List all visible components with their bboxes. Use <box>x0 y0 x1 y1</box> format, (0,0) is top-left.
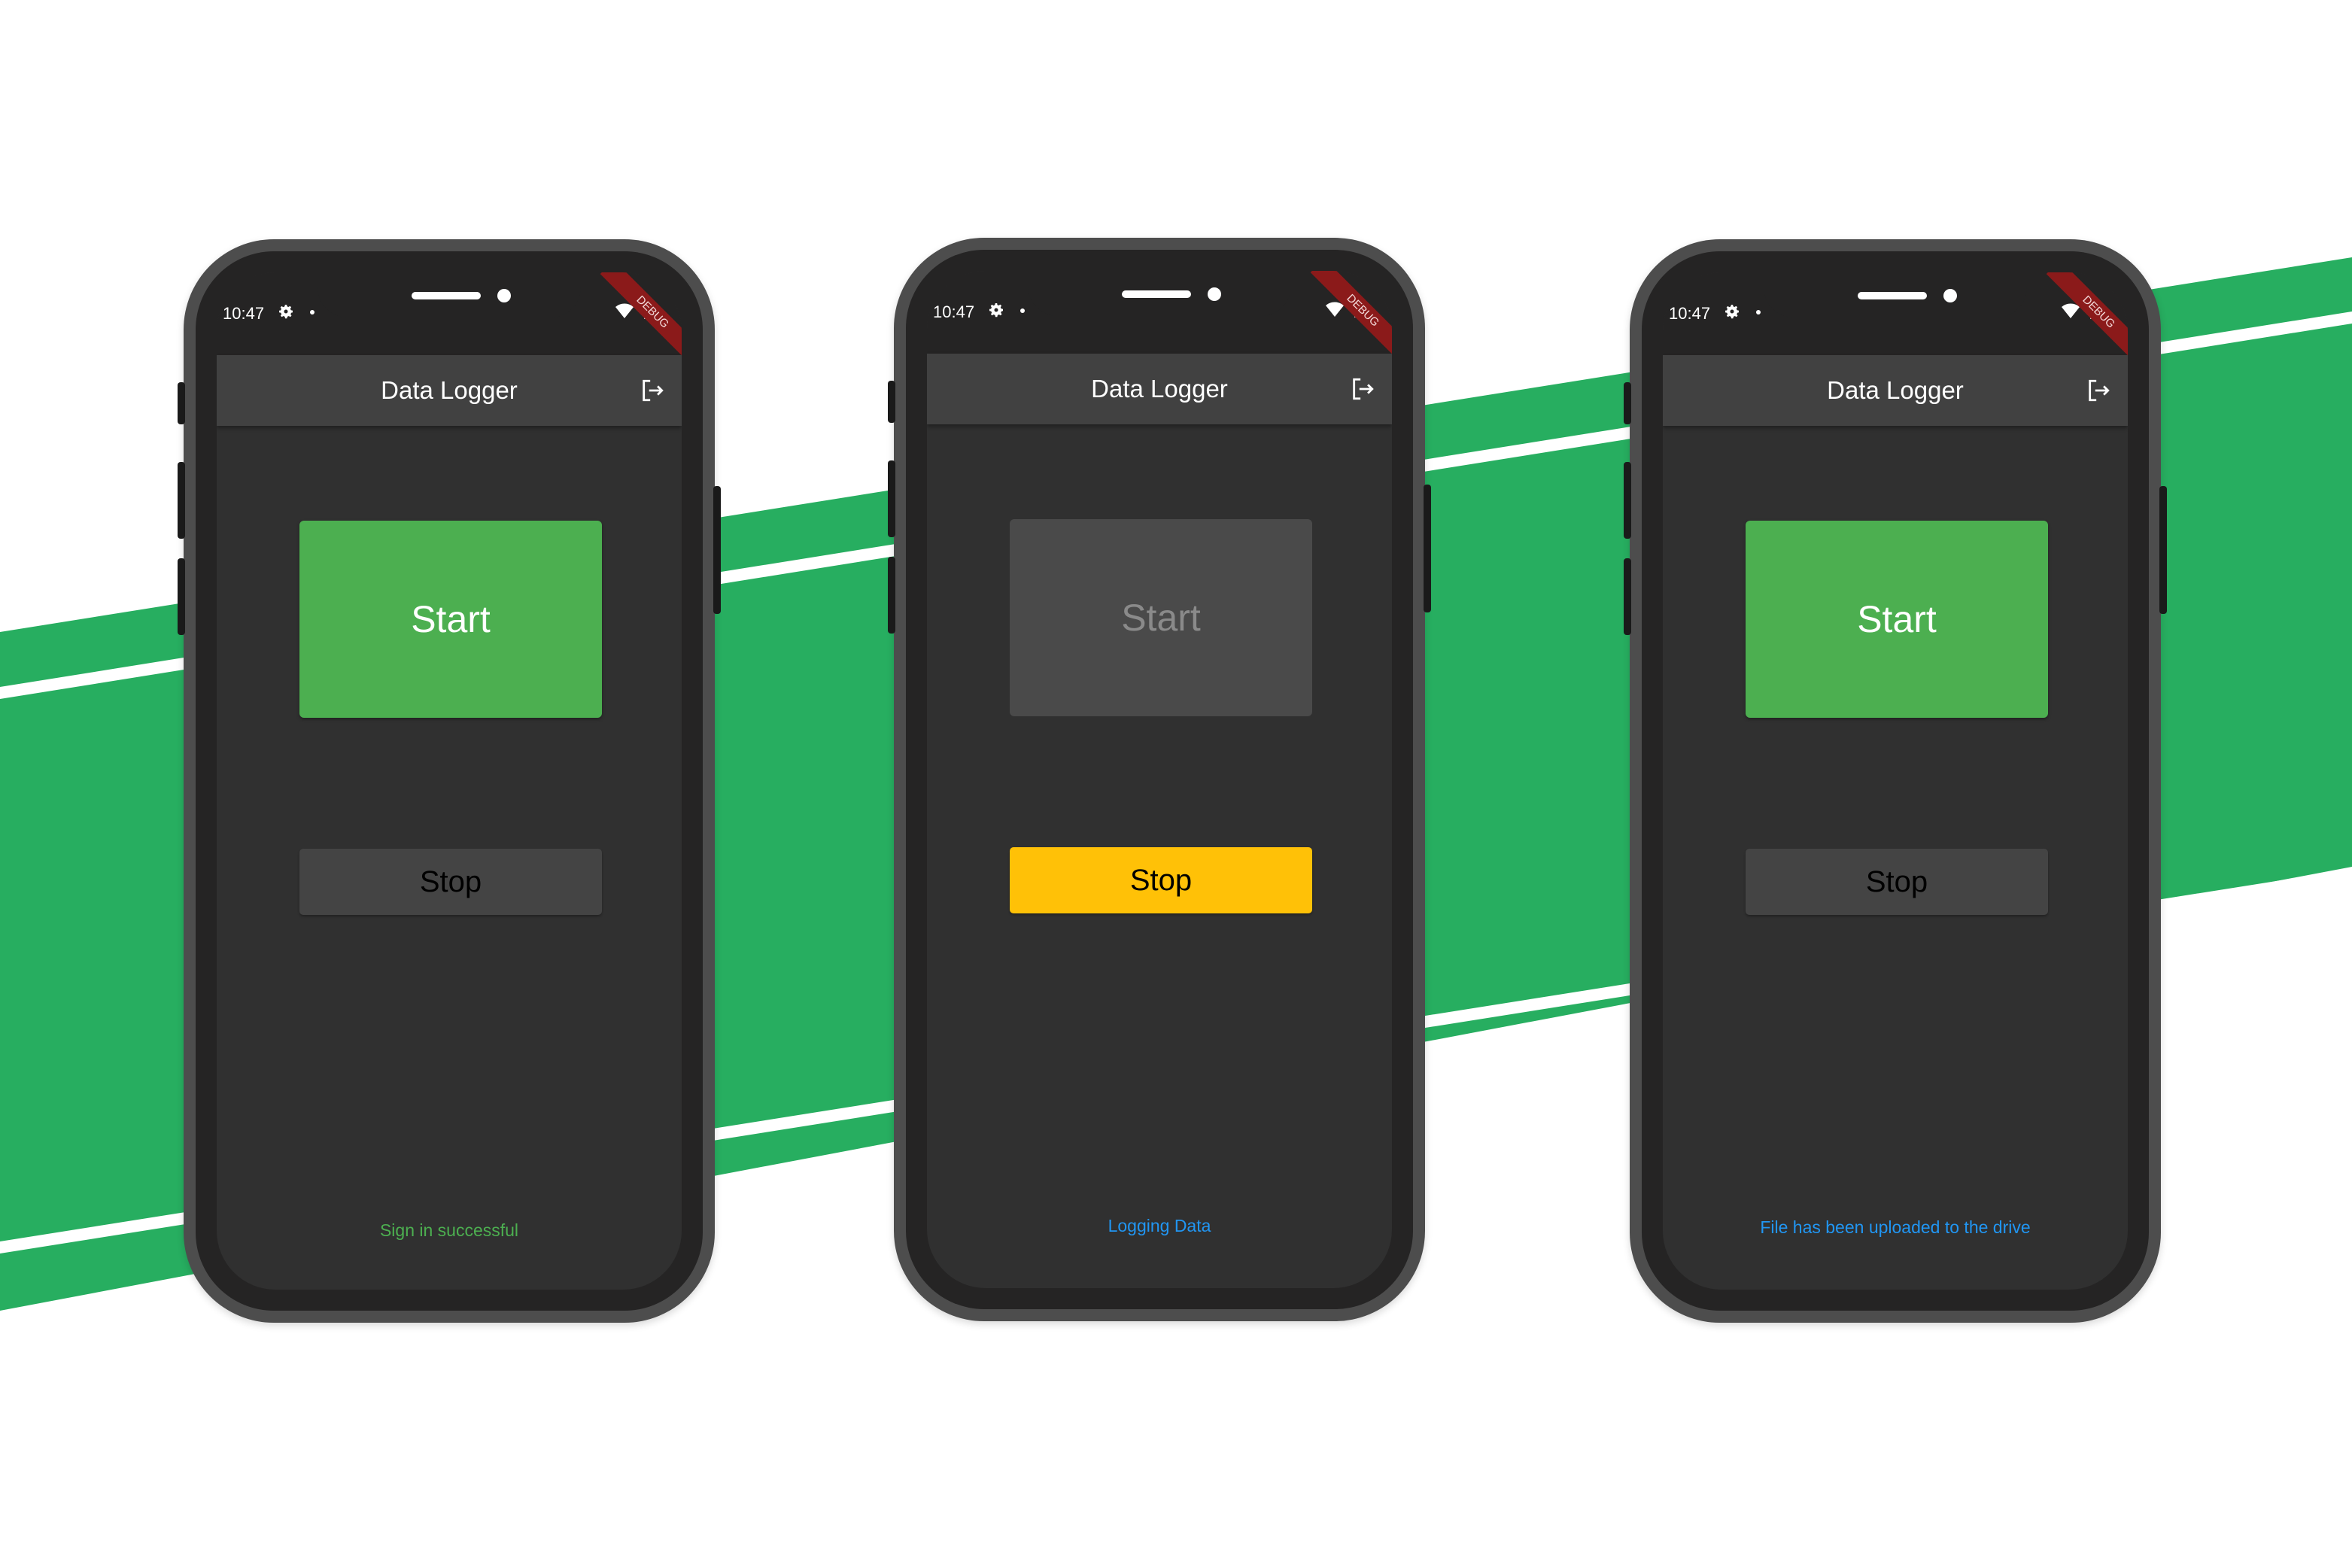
status-time: 10:47 <box>933 302 975 321</box>
start-button[interactable]: Start <box>1746 521 2048 718</box>
speaker <box>1122 290 1191 298</box>
speaker <box>412 292 481 299</box>
stop-button[interactable]: Stop <box>1010 847 1312 913</box>
start-button[interactable]: Start <box>299 521 602 718</box>
power-button <box>713 486 721 614</box>
status-message: Logging Data <box>1108 1216 1211 1235</box>
phone-mockup-3: 10:47 DEBUG Data Logger Start Stop File … <box>1624 239 2167 1323</box>
status-time: 10:47 <box>1669 304 1711 323</box>
volume-button <box>888 557 895 634</box>
app-bar: Data Logger <box>1663 355 2128 426</box>
volume-button <box>178 462 185 539</box>
app-bar: Data Logger <box>217 355 682 426</box>
gear-icon <box>1725 305 1739 319</box>
gear-icon <box>989 303 1003 318</box>
volume-button <box>178 558 185 635</box>
notch <box>1028 271 1291 316</box>
app-title: Data Logger <box>381 376 518 404</box>
phone-mockup-1: 10:47 DEBUG Data Logger Start Stop Sign … <box>178 239 721 1323</box>
notification-dot-icon <box>1756 310 1761 315</box>
volume-button <box>1624 462 1631 539</box>
status-bar: 10:47 DEBUG <box>217 272 682 365</box>
stop-button[interactable]: Stop <box>299 849 602 915</box>
speaker <box>1858 292 1927 299</box>
volume-button <box>1624 382 1631 424</box>
app-bar: Data Logger <box>927 354 1392 424</box>
logout-icon[interactable] <box>2086 378 2111 403</box>
debug-banner: DEBUG <box>2046 272 2128 365</box>
status-time: 10:47 <box>223 304 265 323</box>
power-button <box>1424 485 1431 612</box>
logout-icon[interactable] <box>640 378 665 403</box>
bezel: 10:47 DEBUG Data Logger Start Stop Sign … <box>196 251 703 1311</box>
status-bar: 10:47 DEBUG <box>1663 272 2128 365</box>
notch <box>1764 272 2027 318</box>
screen: 10:47 DEBUG Data Logger Start Stop File … <box>1663 272 2128 1290</box>
debug-banner: DEBUG <box>1310 271 1392 363</box>
power-button <box>2159 486 2167 614</box>
notch <box>318 272 581 318</box>
volume-button <box>1624 558 1631 635</box>
logout-icon[interactable] <box>1350 376 1375 402</box>
app-title: Data Logger <box>1091 375 1228 403</box>
volume-button <box>888 381 895 423</box>
start-button[interactable]: Start <box>1010 519 1312 716</box>
stop-button[interactable]: Stop <box>1746 849 2048 915</box>
gear-icon <box>279 305 293 319</box>
debug-banner: DEBUG <box>600 272 682 365</box>
screen: 10:47 DEBUG Data Logger Start Stop Sign … <box>217 272 682 1290</box>
front-camera <box>497 289 511 302</box>
bezel: 10:47 DEBUG Data Logger Start Stop File … <box>1642 251 2149 1311</box>
volume-button <box>888 460 895 537</box>
app-title: Data Logger <box>1827 376 1964 404</box>
notification-dot-icon <box>310 310 315 315</box>
screen: 10:47 DEBUG Data Logger Start Stop Loggi… <box>927 271 1392 1288</box>
bezel: 10:47 DEBUG Data Logger Start Stop Loggi… <box>906 250 1413 1309</box>
status-message: Sign in successful <box>379 1220 519 1240</box>
front-camera <box>1943 289 1957 302</box>
volume-button <box>178 382 185 424</box>
status-message: File has been uploaded to the drive <box>1760 1217 2031 1237</box>
notification-dot-icon <box>1020 308 1025 313</box>
front-camera <box>1208 287 1221 301</box>
phone-mockup-2: 10:47 DEBUG Data Logger Start Stop Loggi… <box>888 238 1431 1321</box>
status-bar: 10:47 DEBUG <box>927 271 1392 363</box>
